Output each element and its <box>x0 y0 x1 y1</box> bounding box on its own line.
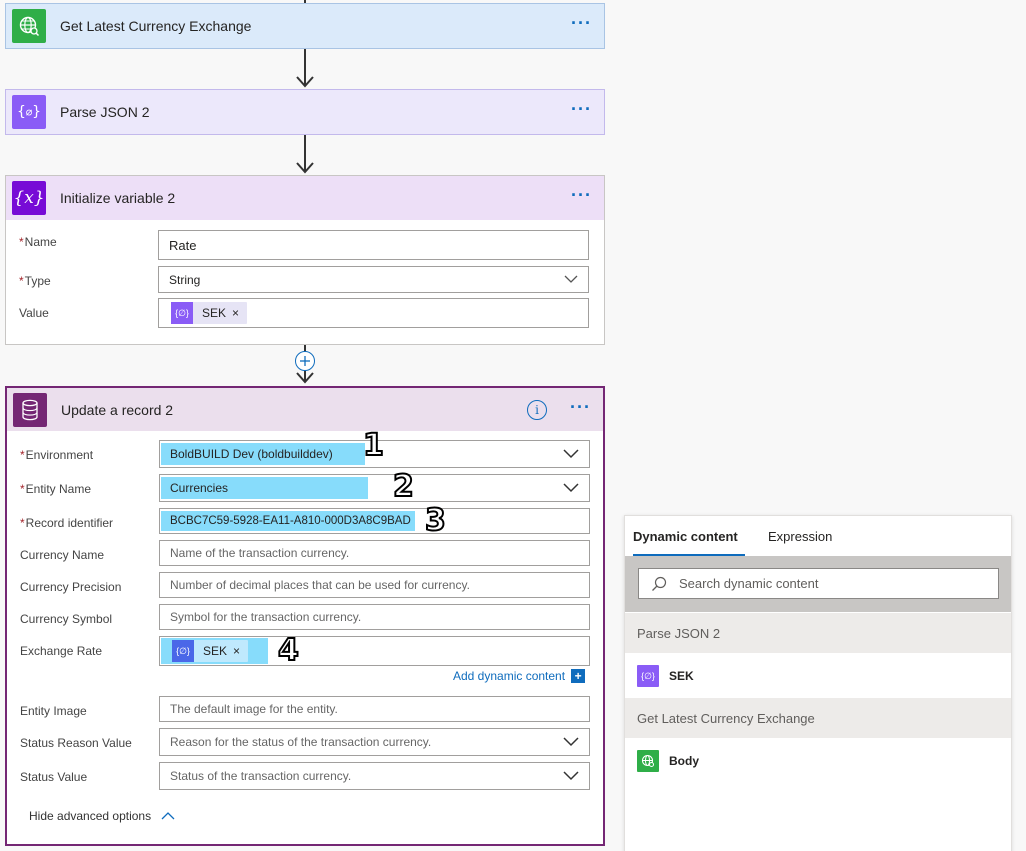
remove-token-icon[interactable]: × <box>232 306 239 320</box>
field-label: Currency Name <box>20 548 105 562</box>
status-value-select[interactable]: Status of the transaction currency. <box>159 762 590 790</box>
highlight: BoldBUILD Dev (boldbuilddev) <box>161 443 365 465</box>
currency-name-input[interactable]: Name of the transaction currency. <box>159 540 590 566</box>
more-options-button[interactable]: ··· <box>570 398 591 416</box>
parse-json-icon: {∅} <box>172 640 194 662</box>
info-icon[interactable]: i <box>527 400 547 420</box>
variable-icon: {x} <box>12 181 46 215</box>
record-identifier-input[interactable]: BCBC7C59-5928-EA11-A810-000D3A8C9BAD <box>159 508 590 534</box>
status-reason-row: Status Reason Value Reason for the statu… <box>7 728 607 758</box>
search-icon <box>652 576 667 591</box>
plus-icon: + <box>571 669 586 683</box>
field-label: *Name <box>19 235 57 249</box>
more-options-button[interactable]: ··· <box>571 14 592 32</box>
chevron-up-icon <box>161 811 175 819</box>
card-header[interactable]: {x} Initialize variable 2 ··· <box>6 176 604 220</box>
record-identifier-row: *Record identifier BCBC7C59-5928-EA11-A8… <box>7 508 607 538</box>
card-title: Update a record 2 <box>61 401 174 418</box>
more-options-button[interactable]: ··· <box>571 100 592 118</box>
currency-precision-row: Currency Precision Number of decimal pla… <box>7 572 607 602</box>
status-reason-select[interactable]: Reason for the status of the transaction… <box>159 728 590 756</box>
parse-json-icon: {∅} <box>171 302 193 324</box>
field-label: Status Reason Value <box>20 736 132 750</box>
plus-icon <box>300 356 310 366</box>
value-row: Value {∅} SEK × <box>6 298 606 328</box>
arrowhead-icon <box>296 76 314 88</box>
chevron-down-icon[interactable] <box>563 736 579 748</box>
exchange-rate-row: Exchange Rate {∅} SEK × <box>7 636 607 666</box>
insert-step-button[interactable] <box>295 351 315 371</box>
card-parse-json[interactable]: {∅} Parse JSON 2 ··· <box>5 89 605 135</box>
entity-name-row: *Entity Name Currencies <box>7 474 607 504</box>
environment-row: *Environment BoldBUILD Dev (boldbuilddev… <box>7 440 607 470</box>
dynamic-token[interactable]: {∅} SEK × <box>171 302 248 324</box>
field-label: *Type <box>19 274 51 288</box>
database-icon <box>13 392 47 427</box>
parse-json-icon: {∅} <box>12 95 46 129</box>
field-label: Exchange Rate <box>20 644 103 658</box>
annotation-number: 3 <box>424 503 447 538</box>
currency-name-row: Currency Name Name of the transaction cu… <box>7 540 607 570</box>
tab-expression[interactable]: Expression <box>768 529 832 544</box>
field-label: Entity Image <box>20 704 87 718</box>
arrowhead-icon <box>296 372 314 384</box>
name-input[interactable]: Rate <box>158 230 589 260</box>
card-header[interactable]: {∅} Parse JSON 2 ··· <box>6 90 604 134</box>
currency-symbol-input[interactable]: Symbol for the transaction currency. <box>159 604 590 630</box>
field-label: *Entity Name <box>20 482 92 496</box>
section-header-currency-exchange: Get Latest Currency Exchange <box>625 698 1011 738</box>
entity-image-row: Entity Image The default image for the e… <box>7 696 607 726</box>
parse-json-icon: {∅} <box>637 665 659 687</box>
highlight: Currencies <box>161 477 369 499</box>
annotation-number: 1 <box>362 428 385 463</box>
card-header[interactable]: Get Latest Currency Exchange ··· <box>6 4 604 48</box>
field-label: Value <box>19 306 49 320</box>
add-dynamic-content-link[interactable]: Add dynamic content + <box>453 669 586 683</box>
card-title: Parse JSON 2 <box>60 104 150 120</box>
entity-image-input[interactable]: The default image for the entity. <box>159 696 590 722</box>
highlight: BCBC7C59-5928-EA11-A810-000D3A8C9BAD <box>161 511 415 531</box>
field-label: *Environment <box>20 448 94 462</box>
dynamic-item-body[interactable]: Body <box>625 739 1011 783</box>
exchange-rate-input[interactable]: {∅} SEK × <box>159 636 590 666</box>
entity-name-select[interactable]: Currencies <box>159 474 590 502</box>
highlight: {∅} SEK × <box>161 638 268 664</box>
chevron-down-icon[interactable] <box>563 770 579 782</box>
globe-icon <box>637 750 659 772</box>
field-label: Currency Precision <box>20 580 122 594</box>
card-get-latest-currency[interactable]: Get Latest Currency Exchange ··· <box>5 3 605 49</box>
card-initialize-variable[interactable]: {x} Initialize variable 2 ··· *Name Rate… <box>5 175 605 345</box>
field-label: Currency Symbol <box>20 612 113 626</box>
remove-token-icon[interactable]: × <box>233 644 240 658</box>
field-label: *Record identifier <box>20 516 114 530</box>
currency-precision-input[interactable]: Number of decimal places that can be use… <box>159 572 590 598</box>
field-label: Status Value <box>20 770 88 784</box>
globe-icon <box>12 9 46 43</box>
name-row: *Name Rate <box>6 230 606 260</box>
more-options-button[interactable]: ··· <box>571 186 592 204</box>
currency-symbol-row: Currency Symbol Symbol for the transacti… <box>7 604 607 634</box>
arrowhead-icon <box>296 162 314 174</box>
type-row: *Type String <box>6 266 606 296</box>
section-header-parse-json: Parse JSON 2 <box>625 613 1011 653</box>
chevron-down-icon[interactable] <box>564 274 578 284</box>
search-input[interactable]: Search dynamic content <box>638 568 999 599</box>
chevron-down-icon[interactable] <box>563 482 579 494</box>
type-select[interactable]: String <box>158 266 589 293</box>
annotation-number: 4 <box>277 633 300 668</box>
tab-dynamic-content[interactable]: Dynamic content <box>633 529 738 544</box>
card-update-record[interactable]: Update a record 2 i ··· *Environment Bol… <box>5 386 605 846</box>
card-title: Get Latest Currency Exchange <box>60 18 252 34</box>
card-title: Initialize variable 2 <box>60 190 176 206</box>
dynamic-content-panel: Dynamic content Expression Search dynami… <box>624 515 1012 851</box>
card-header[interactable]: Update a record 2 i ··· <box>7 388 603 431</box>
value-input[interactable]: {∅} SEK × <box>158 298 589 328</box>
dynamic-item-sek[interactable]: {∅} SEK <box>625 654 1011 698</box>
status-value-row: Status Value Status of the transaction c… <box>7 762 607 792</box>
chevron-down-icon[interactable] <box>563 448 579 460</box>
dynamic-token[interactable]: {∅} SEK × <box>172 640 249 662</box>
search-area: Search dynamic content <box>625 556 1011 612</box>
hide-advanced-options-button[interactable]: Hide advanced options <box>29 809 175 823</box>
annotation-number: 2 <box>392 469 415 504</box>
